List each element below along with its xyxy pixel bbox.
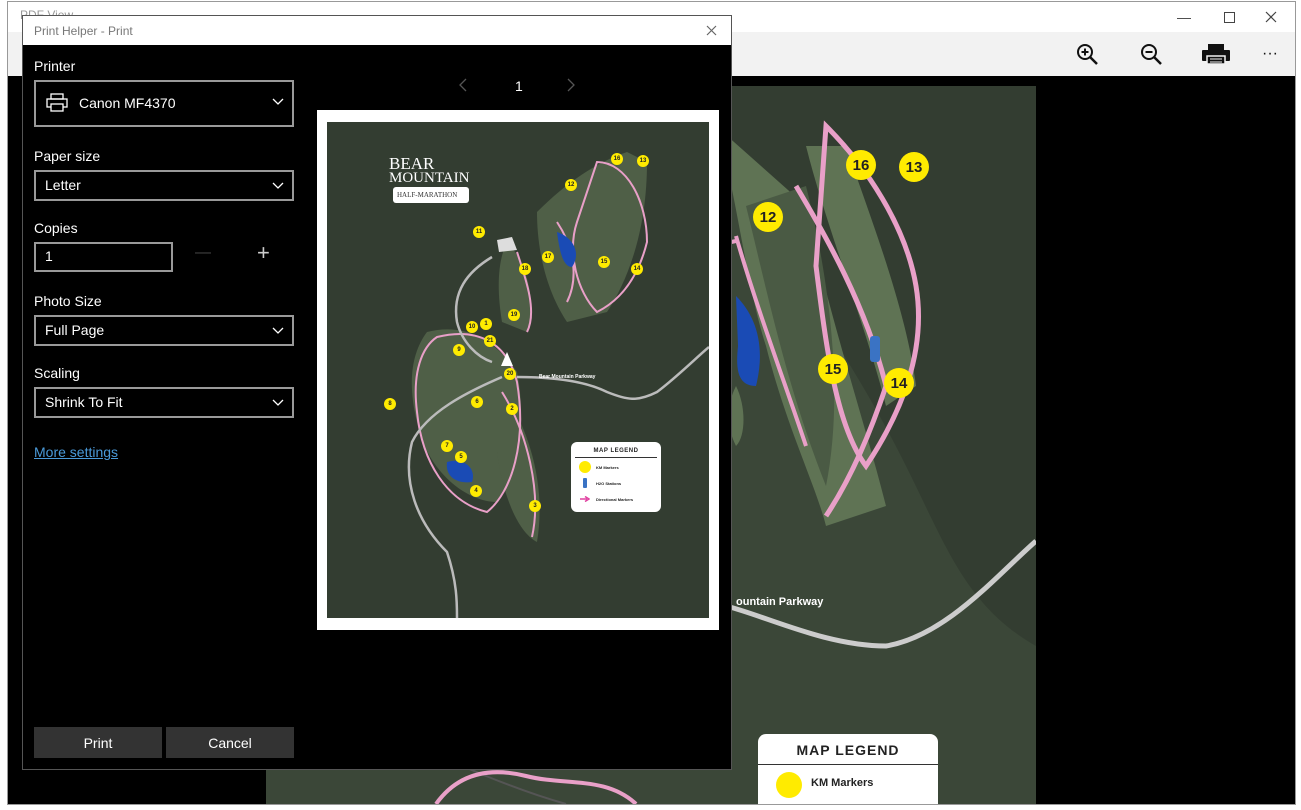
legend-marker-icon xyxy=(776,772,802,798)
km-marker: 17 xyxy=(542,251,554,263)
print-dialog: Print Helper - Print Printer Canon MF437… xyxy=(22,15,732,770)
scaling-label: Scaling xyxy=(34,365,80,381)
km-marker: 13 xyxy=(899,152,929,182)
close-icon xyxy=(706,25,716,35)
km-marker: 18 xyxy=(519,263,531,275)
km-marker: 10 xyxy=(466,321,478,333)
zoom-out-button[interactable] xyxy=(1131,38,1171,70)
more-icon: ··· xyxy=(1262,45,1278,62)
legend-item: Directional Markers xyxy=(596,497,634,502)
print-button[interactable] xyxy=(1196,38,1236,70)
print-confirm-button[interactable]: Print xyxy=(34,727,162,758)
logo-line1: BEAR xyxy=(389,154,435,173)
chevron-right-icon xyxy=(567,78,575,92)
km-marker: 12 xyxy=(753,202,783,232)
chevron-down-icon xyxy=(272,182,284,189)
maximize-button[interactable] xyxy=(1206,2,1252,32)
close-window-button[interactable] xyxy=(1248,2,1294,32)
km-marker: 5 xyxy=(455,451,467,463)
km-marker: 19 xyxy=(508,309,520,321)
km-marker: 7 xyxy=(441,440,453,452)
km-marker: 16 xyxy=(846,150,876,180)
km-marker: 2 xyxy=(506,403,518,415)
km-marker: 4 xyxy=(470,485,482,497)
paper-size-select[interactable]: Letter xyxy=(34,170,294,201)
legend-item: KM Markers xyxy=(596,465,619,470)
copies-input[interactable]: 1 xyxy=(34,242,173,272)
preview-map-legend: MAP LEGEND KM Markers H2O Stations Direc… xyxy=(571,442,661,512)
km-marker: 6 xyxy=(471,396,483,408)
chevron-down-icon xyxy=(272,327,284,334)
logo-line3: HALF-MARATHON xyxy=(393,187,470,203)
dialog-titlebar: Print Helper - Print xyxy=(23,16,731,45)
prev-page-button[interactable] xyxy=(459,78,467,95)
printer-label: Printer xyxy=(34,58,76,74)
photo-size-select[interactable]: Full Page xyxy=(34,315,294,346)
cancel-button[interactable]: Cancel xyxy=(166,727,294,758)
legend-title: MAP LEGEND xyxy=(796,742,900,758)
road-label: ountain Parkway xyxy=(736,596,824,608)
chevron-down-icon xyxy=(272,98,284,105)
minimize-button[interactable]: — xyxy=(1161,2,1207,32)
km-marker: 16 xyxy=(611,153,623,165)
legend-item: H2O Stations xyxy=(596,481,622,486)
printer-select[interactable]: Canon MF4370 xyxy=(34,80,294,127)
km-marker: 15 xyxy=(598,256,610,268)
close-icon xyxy=(1265,11,1277,23)
preview-road-label: Bear Mountain Parkway xyxy=(539,374,596,380)
zoom-in-icon xyxy=(1077,44,1098,65)
copies-label: Copies xyxy=(34,220,78,236)
maximize-icon xyxy=(1223,11,1235,23)
chevron-left-icon xyxy=(459,78,467,92)
km-marker: 13 xyxy=(637,155,649,167)
more-button[interactable]: ··· xyxy=(1250,38,1290,70)
photo-size-label: Photo Size xyxy=(34,293,102,309)
water-bottle-icon xyxy=(583,478,587,488)
copies-decrement-button[interactable]: — xyxy=(195,244,211,262)
km-marker: 15 xyxy=(818,354,848,384)
more-settings-link[interactable]: More settings xyxy=(34,444,118,460)
km-marker: 9 xyxy=(453,344,465,356)
printer-icon xyxy=(1202,44,1230,65)
km-marker: 3 xyxy=(529,500,541,512)
dialog-title: Print Helper - Print xyxy=(34,24,133,38)
printer-value: Canon MF4370 xyxy=(79,95,176,111)
scaling-value: Shrink To Fit xyxy=(45,394,123,410)
km-marker: 21 xyxy=(484,335,496,347)
km-marker: 11 xyxy=(473,226,485,238)
page-number: 1 xyxy=(515,78,523,94)
scaling-select[interactable]: Shrink To Fit xyxy=(34,387,294,418)
legend-km-label: KM Markers xyxy=(811,777,874,789)
chevron-down-icon xyxy=(272,399,284,406)
copies-increment-button[interactable]: + xyxy=(257,242,270,264)
copies-value: 1 xyxy=(45,248,53,264)
km-marker: 12 xyxy=(565,179,577,191)
paper-size-label: Paper size xyxy=(34,148,101,164)
dialog-close-button[interactable] xyxy=(701,20,721,40)
arrow-right-icon xyxy=(580,496,590,502)
map-legend: MAP LEGEND KM Markers xyxy=(758,734,938,804)
bear-mountain-logo: BEAR MOUNTAIN HALF-MARATHON xyxy=(359,154,470,203)
logo-line2: MOUNTAIN xyxy=(389,170,470,186)
next-page-button[interactable] xyxy=(567,78,575,95)
km-marker: 1 xyxy=(480,318,492,330)
printer-icon xyxy=(46,93,68,112)
km-marker: 14 xyxy=(631,263,643,275)
legend-marker-icon xyxy=(579,461,591,473)
minimize-icon: — xyxy=(1177,9,1191,25)
km-marker: 14 xyxy=(884,368,914,398)
print-preview: BEAR MOUNTAIN HALF-MARATHON 16 13 12 11 … xyxy=(317,110,719,630)
paper-size-value: Letter xyxy=(45,177,81,193)
zoom-out-icon xyxy=(1141,44,1162,65)
km-marker: 20 xyxy=(504,368,516,380)
zoom-in-button[interactable] xyxy=(1067,38,1107,70)
preview-legend-title: MAP LEGEND xyxy=(593,448,639,454)
km-marker: 8 xyxy=(384,398,396,410)
photo-size-value: Full Page xyxy=(45,322,105,338)
preview-map: BEAR MOUNTAIN HALF-MARATHON 16 13 12 11 … xyxy=(327,122,709,618)
